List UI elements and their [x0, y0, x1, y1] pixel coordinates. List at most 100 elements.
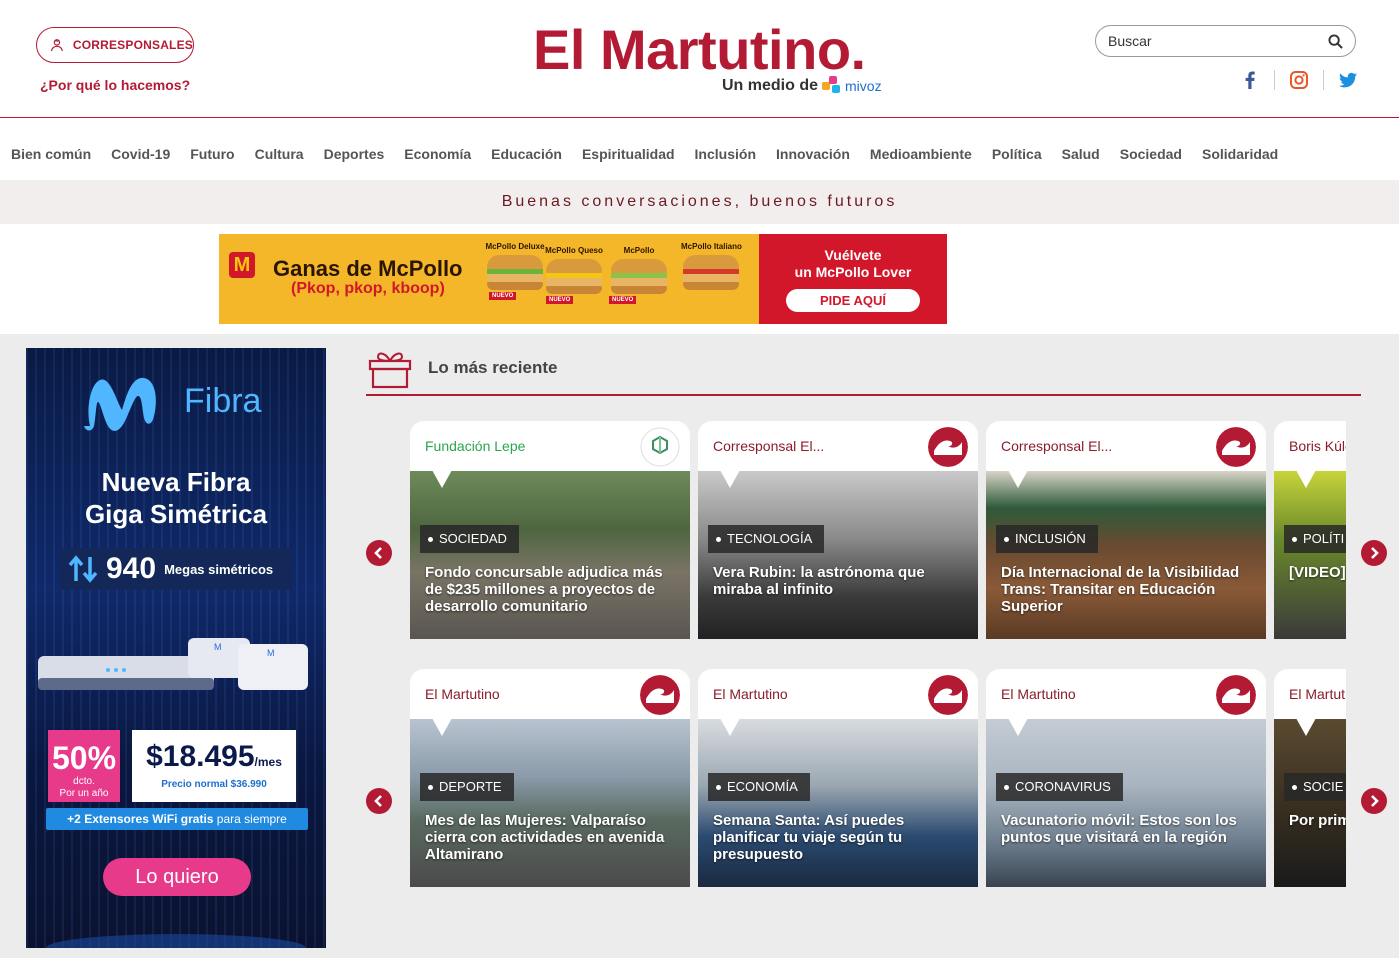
nav-item-cultura[interactable]: Cultura	[255, 146, 304, 162]
row2-next-arrow[interactable]	[1361, 788, 1387, 814]
ad-headline: Ganas de McPollo	[273, 256, 463, 281]
card-category[interactable]: ECONOMÍA	[708, 773, 810, 801]
nav-item-espiritualidad[interactable]: Espiritualidad	[582, 146, 675, 162]
card-source[interactable]: Boris Kúle	[1289, 438, 1346, 454]
nav-item-covid-19[interactable]: Covid-19	[111, 146, 170, 162]
card-category[interactable]: POLÍTI	[1284, 525, 1346, 553]
card-category-label: DEPORTE	[439, 779, 502, 794]
card-title[interactable]: Día Internacional de la Visibilidad Tran…	[1001, 564, 1256, 615]
svg-text:M: M	[214, 642, 222, 652]
burger-name: McPollo Queso	[545, 246, 603, 255]
card-image[interactable]: SOCIEDAD Fondo concursable adjudica más …	[410, 471, 690, 639]
extensores-suffix: para siempre	[216, 812, 287, 826]
twitter-icon[interactable]	[1338, 70, 1358, 90]
card-notch	[432, 471, 452, 488]
nav-item-innovacion[interactable]: Innovación	[776, 146, 850, 162]
el-martutino-wave-icon	[928, 675, 968, 715]
discount-sub1: dcto.	[73, 776, 95, 787]
news-card[interactable]: Corresponsal El... INCLUSIÓN Día Interna…	[986, 421, 1266, 639]
row1-prev-arrow[interactable]	[366, 540, 392, 566]
news-card[interactable]: El Martutino ECONOMÍA Semana Santa: Así …	[698, 669, 978, 887]
nav-item-medioambiente[interactable]: Medioambiente	[870, 146, 972, 162]
site-logo[interactable]: El Martutino.	[533, 18, 866, 82]
card-notch	[432, 719, 452, 736]
movistar-logo: Fibra	[84, 370, 261, 432]
card-title[interactable]: Por prim el cargo en Valpa	[1289, 812, 1346, 829]
side-ad-title-line1: Nueva Fibra	[101, 467, 251, 497]
fibra-brand: Fibra	[184, 381, 262, 420]
nav-item-solidaridad[interactable]: Solidaridad	[1202, 146, 1278, 162]
card-image[interactable]: ECONOMÍA Semana Santa: Así puedes planif…	[698, 719, 978, 887]
card-title[interactable]: Vacunatorio móvil: Estos son los puntos …	[1001, 812, 1256, 846]
nav-item-salud[interactable]: Salud	[1062, 146, 1100, 162]
extensores-text: +2 Extensores WiFi gratis	[67, 812, 214, 826]
news-card[interactable]: Boris Kúle POLÍTI [VIDEO] capítulo del C…	[1274, 421, 1346, 639]
card-source[interactable]: Corresponsal El...	[713, 438, 824, 454]
card-title[interactable]: Mes de las Mujeres: Valparaíso cierra co…	[425, 812, 680, 863]
card-source[interactable]: El Martutino	[1001, 686, 1076, 702]
card-source[interactable]: Fundación Lepe	[425, 438, 525, 454]
ad-left-panel: M Ganas de McPollo (Pkop, pkop, kboop) M…	[219, 234, 759, 324]
pide-aqui-button[interactable]: PIDE AQUÍ	[786, 288, 920, 312]
card-image[interactable]: DEPORTE Mes de las Mujeres: Valparaíso c…	[410, 719, 690, 887]
lo-quiero-button[interactable]: Lo quiero	[103, 858, 251, 896]
mcpollo-ad-banner[interactable]: M Ganas de McPollo (Pkop, pkop, kboop) M…	[219, 234, 947, 324]
card-source[interactable]: El Martutino	[425, 686, 500, 702]
row2-prev-arrow[interactable]	[366, 788, 392, 814]
card-category[interactable]: DEPORTE	[420, 773, 514, 801]
card-image[interactable]: TECNOLOGÍA Vera Rubin: la astrónoma que …	[698, 471, 978, 639]
card-title[interactable]: Semana Santa: Así puedes planificar tu v…	[713, 812, 968, 863]
search-icon[interactable]	[1328, 33, 1343, 49]
news-card[interactable]: Corresponsal El... TECNOLOGÍA Vera Rubin…	[698, 421, 978, 639]
nav-item-economia[interactable]: Economía	[404, 146, 471, 162]
megas-text: Megas simétricos	[164, 561, 274, 577]
card-image[interactable]: CORONAVIRUS Vacunatorio móvil: Estos son…	[986, 719, 1266, 887]
news-card[interactable]: El Martut SOCIE Por prim el cargo en Val…	[1274, 669, 1346, 887]
el-martutino-wave-icon	[640, 675, 680, 715]
gift-box-icon	[368, 352, 412, 389]
nav-item-bien-comun[interactable]: Bien común	[11, 146, 91, 162]
card-image[interactable]: POLÍTI [VIDEO] capítulo del Cone Valpara…	[1274, 471, 1346, 639]
nav-item-futuro[interactable]: Futuro	[190, 146, 234, 162]
sub-logo-text: Un medio de	[722, 77, 819, 94]
news-card[interactable]: El Martutino DEPORTE Mes de las Mujeres:…	[410, 669, 690, 887]
normal-price: Precio normal $36.990	[161, 779, 267, 790]
search-box[interactable]	[1095, 25, 1356, 57]
burger-mcpollo: McPollo NUEVO	[609, 246, 669, 304]
card-source[interactable]: Corresponsal El...	[1001, 438, 1112, 454]
facebook-icon[interactable]	[1240, 70, 1260, 90]
card-category[interactable]: SOCIEDAD	[420, 525, 519, 553]
tagline-bar: Buenas conversaciones, buenos futuros	[0, 180, 1399, 224]
news-card[interactable]: El Martutino CORONAVIRUS Vacunatorio móv…	[986, 669, 1266, 887]
card-image[interactable]: SOCIE Por prim el cargo en Valpa	[1274, 719, 1346, 887]
row1-next-arrow[interactable]	[1361, 540, 1387, 566]
instagram-icon[interactable]	[1289, 70, 1309, 90]
card-source[interactable]: El Martutino	[713, 686, 788, 702]
card-category[interactable]: CORONAVIRUS	[996, 773, 1123, 801]
card-title[interactable]: Fondo concursable adjudica más de $235 m…	[425, 564, 680, 615]
card-image[interactable]: INCLUSIÓN Día Internacional de la Visibi…	[986, 471, 1266, 639]
movistar-fibra-ad[interactable]: Fibra Nueva Fibra Giga Simétrica 940 Meg…	[26, 348, 326, 948]
why-link[interactable]: ¿Por qué lo hacemos?	[40, 77, 190, 93]
nav-item-deportes[interactable]: Deportes	[324, 146, 385, 162]
chevron-right-icon	[1371, 547, 1379, 559]
card-category-label: INCLUSIÓN	[1015, 531, 1086, 546]
ad-subhead: (Pkop, pkop, kboop)	[291, 280, 445, 297]
card-category[interactable]: SOCIE	[1284, 773, 1346, 801]
nav-item-politica[interactable]: Política	[992, 146, 1042, 162]
nav-item-educacion[interactable]: Educación	[491, 146, 562, 162]
nav-item-sociedad[interactable]: Sociedad	[1120, 146, 1182, 162]
price-unit: /mes	[254, 755, 282, 769]
price-value: $18.495/mes	[132, 740, 296, 779]
card-category[interactable]: INCLUSIÓN	[996, 525, 1098, 553]
mivoz-logo[interactable]: mivoz	[822, 76, 882, 96]
card-category[interactable]: TECNOLOGÍA	[708, 525, 825, 553]
card-title[interactable]: Vera Rubin: la astrónoma que miraba al i…	[713, 564, 968, 598]
svg-text:M: M	[267, 648, 275, 658]
card-title[interactable]: [VIDEO] capítulo del Cone Valparaí	[1289, 564, 1346, 581]
corresponsales-button[interactable]: CORRESPONSALES	[36, 27, 194, 63]
news-card[interactable]: Fundación Lepe SOCIEDAD Fondo concursabl…	[410, 421, 690, 639]
search-input[interactable]	[1108, 33, 1308, 49]
nav-item-inclusion[interactable]: Inclusión	[695, 146, 756, 162]
card-source[interactable]: El Martut	[1289, 686, 1345, 702]
